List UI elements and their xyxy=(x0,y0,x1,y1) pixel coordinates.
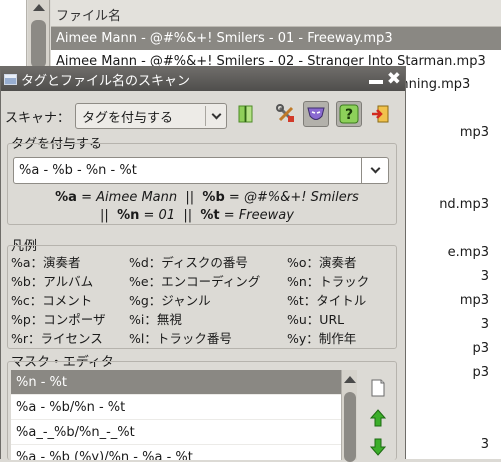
move-up-arrow-icon[interactable] xyxy=(367,407,389,429)
legend-item: %y：制作年 xyxy=(287,331,357,346)
dialog-titlebar[interactable]: タグとファイル名のスキャン ✖ xyxy=(1,67,405,91)
legend-item: %c：コメント xyxy=(11,293,93,308)
legend-item: %d：ディスクの番号 xyxy=(129,255,248,270)
legend-item: %r：ライセンス xyxy=(11,331,103,346)
legend-item: %l：トラック番号 xyxy=(129,331,232,346)
file-row-fragment[interactable]: e.mp3 xyxy=(448,245,489,260)
svg-text:?: ? xyxy=(345,107,353,123)
tag-format-combobox[interactable]: %a - %b - %n - %t xyxy=(13,157,389,184)
legend-item: %o：演奏者 xyxy=(287,255,357,270)
legend-item: %b：アルバム xyxy=(11,274,94,289)
help-icon[interactable]: ? xyxy=(336,101,362,127)
tools-icon[interactable] xyxy=(273,101,299,127)
new-mask-icon[interactable] xyxy=(367,377,389,399)
file-name-column-header[interactable]: ファイル名 xyxy=(51,0,501,27)
mask-row[interactable]: %n - %t xyxy=(11,370,341,395)
mask-list: %n - %t %a - %b/%n - %t %a_-_%b/%n_-_%t … xyxy=(11,370,341,460)
minimize-icon[interactable] xyxy=(368,80,383,84)
exit-icon[interactable] xyxy=(367,101,393,127)
scan-mask-icon[interactable] xyxy=(303,101,329,127)
mask-row[interactable]: %a - %b/%n - %t xyxy=(11,395,341,420)
legend-item: %n：トラック xyxy=(287,274,370,289)
scanner-select-value: タグを付与する xyxy=(82,110,174,126)
chevron-down-icon xyxy=(206,109,226,119)
file-row-fragment[interactable]: nd.mp3 xyxy=(439,197,489,212)
mask-row[interactable]: %a_-_%b/%n_-_%t xyxy=(11,420,341,445)
dialog-title: タグとファイル名のスキャン xyxy=(21,73,191,89)
tag-preview-line-2: || %n = 01 || %t = Freeway xyxy=(100,208,294,223)
legend-item: %p：コンポーザ xyxy=(11,312,106,327)
file-row-fragment[interactable]: mp3 xyxy=(460,125,489,140)
mask-list-scrollbar[interactable] xyxy=(341,370,357,462)
left-pane xyxy=(0,0,27,70)
close-icon[interactable]: ✖ xyxy=(387,70,401,88)
book-icon[interactable] xyxy=(233,101,259,127)
scrollbar-thumb[interactable] xyxy=(344,392,356,462)
file-row-fragment[interactable]: mp3 xyxy=(460,293,489,308)
mask-row[interactable]: %a - %b (%y)/%n - %a - %t xyxy=(11,445,341,460)
legend-item: %a：演奏者 xyxy=(11,255,81,270)
scroll-up-arrow-icon[interactable] xyxy=(33,4,45,11)
chevron-down-icon[interactable] xyxy=(362,163,388,174)
window-app-icon xyxy=(4,73,17,85)
legend-item: %t：タイトル xyxy=(287,293,367,308)
scan-dialog: タグとファイル名のスキャン ✖ スキャナ： タグを付与する ? タグを付与する … xyxy=(0,66,406,462)
file-row-fragment[interactable]: 3 xyxy=(481,437,489,452)
legend-item: %u：URL xyxy=(287,312,345,327)
file-row-fragment[interactable]: 3 xyxy=(481,269,489,284)
left-pane-scrollbar[interactable] xyxy=(28,0,50,70)
file-row[interactable]: Aimee Mann - @#%&+! Smilers - 01 - Freew… xyxy=(51,27,501,50)
file-row-fragment[interactable]: p3 xyxy=(472,365,489,380)
scanner-select[interactable]: タグを付与する xyxy=(75,103,227,129)
legend-item: %i：無視 xyxy=(129,312,182,327)
tag-preview-line-1: %a = Aimee Mann || %b = @#%&+! Smilers xyxy=(55,190,359,205)
move-down-arrow-icon[interactable] xyxy=(367,436,389,458)
legend-item: %e：エンコーディング xyxy=(129,274,261,289)
legend-grid: %a：演奏者 %d：ディスクの番号 %o：演奏者 %b：アルバム %e：エンコー… xyxy=(11,253,401,348)
file-row-fragment[interactable]: 3 xyxy=(481,317,489,332)
tag-format-input[interactable]: %a - %b - %n - %t xyxy=(14,163,361,178)
scrollbar-thumb[interactable] xyxy=(31,20,46,68)
legend-item: %g：ジャンル xyxy=(129,293,211,308)
file-row-fragment[interactable]: p3 xyxy=(472,341,489,356)
scanner-row: スキャナ： タグを付与する xyxy=(5,103,227,129)
scroll-up-arrow-icon[interactable] xyxy=(344,376,356,383)
scanner-label: スキャナ： xyxy=(5,110,71,126)
